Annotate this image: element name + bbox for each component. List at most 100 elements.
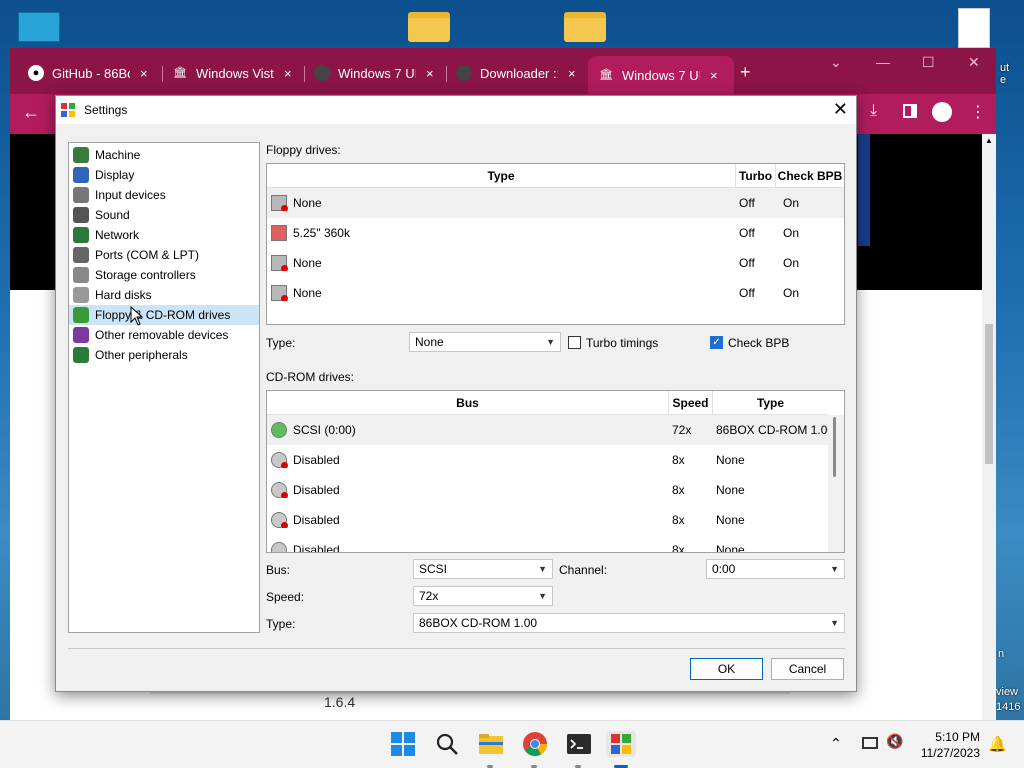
site-icon (456, 65, 472, 81)
check-bpb-checkbox[interactable]: ✓ (710, 336, 723, 349)
floppy-type-text: None (293, 286, 322, 300)
close-icon[interactable]: × (426, 66, 434, 81)
tree-item[interactable]: Sound (69, 205, 259, 225)
tab-windows-vista[interactable]: 🏛 Windows Vista × (162, 58, 302, 88)
status-dot-icon (281, 552, 288, 553)
maximize-icon[interactable]: ☐ (922, 54, 935, 71)
chrome-icon[interactable] (522, 731, 548, 757)
new-tab-button[interactable]: + (740, 62, 751, 83)
floppy-drives-table[interactable]: Type Turbo Check BPB None Off On 5.25" 360k… (266, 163, 845, 325)
tree-item[interactable]: Storage controllers (69, 265, 259, 285)
status-dot-icon (281, 522, 288, 528)
floppy-bpb-cell: On (783, 196, 800, 210)
column-header-bus[interactable]: Bus (267, 391, 669, 415)
floppy-type-dropdown[interactable]: None ▼ (409, 332, 561, 352)
floppy-table-row[interactable]: None Off On (267, 278, 844, 308)
floppy-bpb-cell: On (783, 256, 800, 270)
tree-item[interactable]: Display (69, 165, 259, 185)
column-header-cd-type[interactable]: Type (713, 391, 828, 415)
tab-windows7-ui[interactable]: Windows 7 UI × (304, 58, 444, 88)
desktop-icon-monitor[interactable] (18, 12, 60, 42)
file-explorer-icon[interactable] (478, 731, 504, 757)
close-icon[interactable]: × (568, 66, 576, 81)
cancel-button[interactable]: Cancel (771, 658, 844, 680)
profile-avatar-icon[interactable] (932, 102, 952, 122)
cdrom-table-row[interactable]: Disabled 8x None (267, 535, 828, 553)
floppy-section-label: Floppy drives: (266, 143, 341, 157)
column-header-check-bpb[interactable]: Check BPB (776, 164, 844, 188)
tab-github[interactable]: ● GitHub - 86Bo × (18, 58, 158, 88)
close-window-icon[interactable]: ✕ (968, 54, 980, 71)
tree-item[interactable]: Other peripherals (69, 345, 259, 365)
scroll-thumb[interactable] (985, 324, 993, 464)
cdrom-table-row[interactable]: SCSI (0:00) 72x 86BOX CD-ROM 1.00 (267, 415, 828, 445)
tab-search-chevron-icon[interactable]: ⌄ (830, 54, 842, 71)
tree-item[interactable]: Hard disks (69, 285, 259, 305)
cdrom-table-row[interactable]: Disabled 8x None (267, 505, 828, 535)
floppy-table-row[interactable]: None Off On (267, 188, 844, 218)
cdrom-table-row[interactable]: Disabled 8x None (267, 445, 828, 475)
ok-button[interactable]: OK (690, 658, 763, 680)
column-header-turbo[interactable]: Turbo (736, 164, 776, 188)
column-header-type[interactable]: Type (267, 164, 736, 188)
network-icon (73, 227, 89, 243)
close-icon[interactable]: × (284, 66, 292, 81)
clock-time[interactable]: 5:10 PM (918, 730, 980, 744)
tree-item[interactable]: Other removable devices (69, 325, 259, 345)
tree-item[interactable]: Input devices (69, 185, 259, 205)
close-icon[interactable]: ✕ (833, 100, 848, 118)
tree-item[interactable]: Floppy & CD-ROM drives (69, 305, 259, 325)
download-icon[interactable]: ⤓ (870, 102, 877, 120)
bank-icon: 🏛 (599, 69, 613, 81)
bus-dropdown[interactable]: SCSI ▼ (413, 559, 553, 579)
notification-bell-icon[interactable]: 🔔 (988, 735, 1007, 753)
cdrom-bus-cell: Disabled (267, 452, 669, 468)
page-scrollbar[interactable]: ▲ (982, 134, 996, 720)
cdrom-bus-cell: SCSI (0:00) (267, 422, 669, 438)
tree-item[interactable]: Network (69, 225, 259, 245)
tab-label: Windows 7 UI (338, 65, 416, 81)
version-text: 1.6.4 (324, 694, 356, 710)
cd-type-label: Type: (266, 617, 296, 631)
back-arrow-icon[interactable]: ← (22, 102, 40, 123)
turbo-timings-checkbox[interactable] (568, 336, 581, 349)
terminal-icon[interactable] (566, 731, 592, 757)
tray-chevron-up-icon[interactable]: ⌃ (830, 735, 842, 752)
speed-dropdown[interactable]: 72x ▼ (413, 586, 553, 606)
dialog-title: Settings (84, 103, 128, 117)
side-panel-icon[interactable] (903, 104, 917, 118)
cdrom-drives-table[interactable]: Bus Speed Type SCSI (0:00) 72x 86BOX CD-RO… (266, 390, 845, 553)
cdrom-bus-cell: Disabled (267, 542, 669, 553)
tray-volume-muted-icon[interactable]: 🔇 (886, 733, 903, 750)
status-dot-icon (281, 205, 288, 211)
close-icon[interactable]: × (710, 68, 718, 83)
tray-display-icon[interactable] (862, 737, 878, 749)
menu-dots-icon[interactable]: ⋮ (970, 102, 986, 122)
tree-item[interactable]: Ports (COM & LPT) (69, 245, 259, 265)
cdrom-table-header: Bus Speed Type (267, 391, 828, 415)
minimize-icon[interactable]: — (876, 54, 890, 70)
tab-downloader[interactable]: Downloader :: × (446, 58, 586, 88)
dialog-divider (68, 648, 845, 649)
channel-dropdown[interactable]: 0:00 ▼ (706, 559, 845, 579)
desktop-folder-icon[interactable] (564, 12, 606, 42)
clock-date[interactable]: 11/27/2023 (912, 746, 980, 760)
desktop-folder-icon[interactable] (408, 12, 450, 42)
desktop-document-icon[interactable] (958, 8, 990, 48)
start-icon[interactable] (390, 731, 416, 757)
cdrom-type-cell: None (716, 543, 745, 553)
floppy-table-row[interactable]: None Off On (267, 248, 844, 278)
column-header-speed[interactable]: Speed (669, 391, 713, 415)
scroll-up-icon[interactable]: ▲ (985, 136, 993, 145)
floppy-table-row[interactable]: 5.25" 360k Off On (267, 218, 844, 248)
cdrom-table-scrollbar[interactable] (828, 415, 844, 552)
scroll-thumb[interactable] (833, 417, 836, 477)
cd-type-dropdown[interactable]: 86BOX CD-ROM 1.00 ▼ (413, 613, 845, 633)
86box-icon[interactable] (606, 731, 636, 757)
cdrom-table-row[interactable]: Disabled 8x None (267, 475, 828, 505)
search-icon[interactable] (434, 731, 460, 757)
tree-item[interactable]: Machine (69, 145, 259, 165)
cdrom-speed-cell: 8x (672, 543, 685, 553)
close-icon[interactable]: × (140, 66, 148, 81)
tab-windows7-ui-active[interactable]: 🏛 Windows 7 UI × (588, 56, 734, 94)
